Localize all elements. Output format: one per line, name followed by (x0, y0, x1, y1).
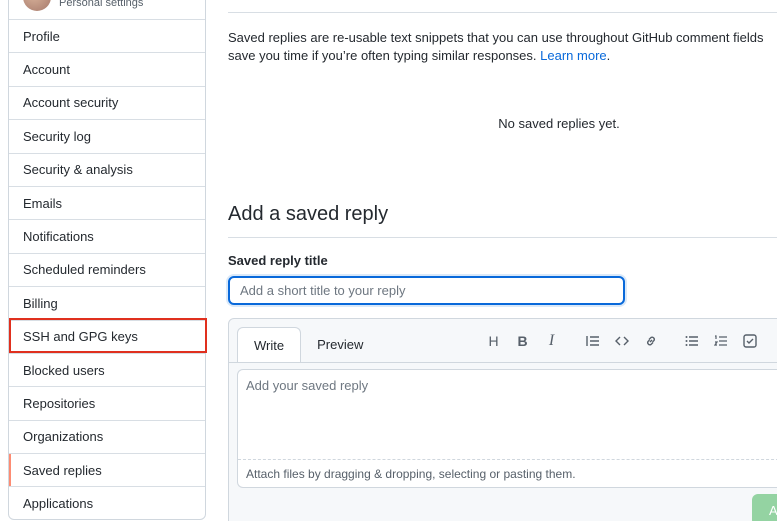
attach-files-hint[interactable]: Attach files by dragging & dropping, sel… (238, 459, 777, 488)
sidebar-item-notifications[interactable]: Notifications (9, 219, 205, 252)
task-list-icon[interactable] (735, 331, 764, 351)
sidebar-subtitle: Personal settings (59, 0, 144, 9)
reply-title-input[interactable] (228, 276, 625, 305)
tab-preview[interactable]: Preview (301, 327, 379, 362)
sidebar-item-saved-replies[interactable]: Saved replies (9, 453, 205, 487)
settings-sidebar: Personal settings Profile Account Accoun… (8, 0, 206, 520)
sidebar-item-account[interactable]: Account (9, 52, 205, 85)
quote-icon[interactable] (578, 331, 607, 351)
sidebar-item-security-analysis[interactable]: Security & analysis (9, 152, 205, 186)
intro-period: . (606, 48, 611, 63)
sidebar-item-account-security[interactable]: Account security (9, 85, 205, 119)
sidebar-item-emails[interactable]: Emails (9, 185, 205, 219)
intro-text: Saved replies are re-usable text snippet… (228, 29, 777, 65)
sidebar-item-repositories[interactable]: Repositories (9, 386, 205, 419)
reply-body-textarea[interactable] (238, 370, 777, 459)
link-icon[interactable] (636, 331, 665, 351)
sidebar-header: Personal settings (9, 0, 205, 19)
sidebar-item-profile[interactable]: Profile (9, 19, 205, 52)
reply-editor: Write Preview H B I Attach files by drag… (228, 318, 777, 521)
heading-divider (228, 237, 777, 238)
section-divider (228, 12, 777, 13)
avatar[interactable] (23, 0, 51, 11)
title-label: Saved reply title (228, 253, 328, 268)
write-area: Attach files by dragging & dropping, sel… (237, 369, 777, 488)
heading-icon[interactable]: H (479, 331, 508, 351)
sidebar-item-scheduled-reminders[interactable]: Scheduled reminders (9, 252, 205, 286)
unordered-list-icon[interactable] (677, 331, 706, 351)
ordered-list-icon[interactable] (706, 331, 735, 351)
markdown-toolbar: H B I (479, 331, 764, 351)
sidebar-item-billing[interactable]: Billing (9, 286, 205, 319)
tab-write[interactable]: Write (237, 327, 302, 363)
editor-tabs: Write Preview (237, 327, 379, 363)
tabs-divider (229, 362, 777, 363)
intro-line-1: Saved replies are re-usable text snippet… (228, 30, 764, 45)
sidebar-item-organizations[interactable]: Organizations (9, 419, 205, 453)
code-icon[interactable] (607, 331, 636, 351)
sidebar-item-security-log[interactable]: Security log (9, 119, 205, 152)
add-reply-heading: Add a saved reply (228, 203, 389, 225)
intro-line-2: save you time if you’re often typing sim… (228, 48, 537, 63)
italic-icon[interactable]: I (537, 331, 566, 351)
learn-more-link[interactable]: Learn more (540, 48, 606, 63)
add-reply-button[interactable]: A (752, 494, 777, 521)
sidebar-item-applications[interactable]: Applications (9, 486, 205, 519)
sidebar-item-blocked-users[interactable]: Blocked users (9, 352, 205, 386)
empty-state: No saved replies yet. (498, 116, 620, 131)
sidebar-item-ssh-gpg-keys[interactable]: SSH and GPG keys (9, 319, 205, 353)
bold-icon[interactable]: B (508, 331, 537, 351)
